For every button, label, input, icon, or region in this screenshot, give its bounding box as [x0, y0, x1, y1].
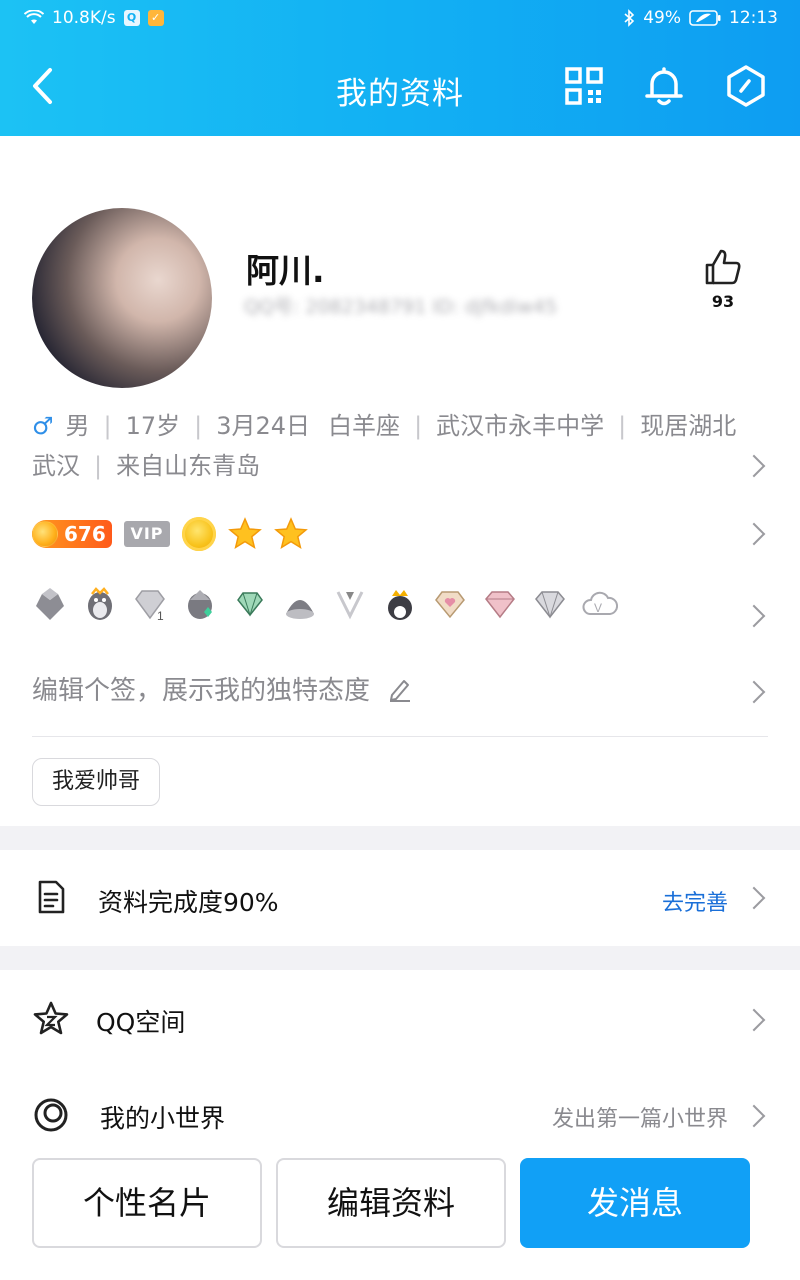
- send-message-button[interactable]: 发消息: [520, 1158, 750, 1248]
- completion-chevron-icon: [748, 886, 762, 910]
- battery-icon: [689, 10, 721, 26]
- basic-info[interactable]: ♂ 男 | 17岁 | 3月24日 白羊座 | 武汉市永丰中学 | 现居湖北 武汉 | 来自山东青岛: [32, 406, 752, 486]
- clock: 12:13: [729, 8, 778, 28]
- thumbs-up-icon: [705, 249, 741, 285]
- sun-icon: [182, 517, 216, 551]
- like-button[interactable]: 93: [700, 248, 746, 311]
- bluetooth-icon: [624, 9, 635, 27]
- profile-card-button[interactable]: 个性名片: [32, 1158, 262, 1248]
- penguin-crown-icon: [36, 588, 64, 620]
- privileges-chevron-icon: [748, 604, 762, 628]
- qzone-row[interactable]: QQ空间: [0, 970, 800, 1066]
- suit-icon: [336, 591, 364, 620]
- small-world-meta: 发出第一篇小世界: [551, 1107, 728, 1132]
- signature-placeholder: 编辑个签，展示我的独特态度: [32, 676, 371, 706]
- star-icon: [274, 517, 308, 549]
- qzone-label: QQ空间: [96, 1008, 186, 1037]
- battery-percent: 49%: [643, 8, 681, 28]
- qr-code-icon[interactable]: [562, 64, 606, 108]
- zodiac: 白羊座: [328, 412, 401, 440]
- top-bar: 10.8K/s Q ✓ 49% 12:13 我的资料: [0, 0, 800, 136]
- birthday: 3月24日: [216, 412, 311, 440]
- penguin-king-icon: [388, 590, 412, 620]
- small-world-icon: [34, 1098, 68, 1132]
- green-diamond-icon: [237, 592, 263, 617]
- svg-text:V: V: [594, 601, 602, 615]
- section-gap: [0, 946, 800, 970]
- male-icon: ♂: [32, 412, 54, 440]
- level-chevron-icon: [748, 522, 762, 546]
- avatar[interactable]: [32, 208, 212, 388]
- complete-profile-link[interactable]: 去完善: [662, 885, 728, 917]
- diamond-icon: 1: [135, 590, 165, 622]
- profile-card: 阿川. QQ号: 2082348791 ID: djfkdiw45 93 ♂ 男 |…: [0, 136, 800, 826]
- network-speed: 10.8K/s: [52, 8, 116, 28]
- interest-tag[interactable]: 我爱帅哥: [32, 758, 160, 806]
- small-world-label: 我的小世界: [100, 1104, 226, 1133]
- svg-text:1: 1: [157, 609, 164, 622]
- qq-number: QQ号: 2082348791 ID: djfkdiw45: [244, 296, 558, 318]
- bottom-action-bar: 个性名片 编辑资料 发消息: [0, 1140, 800, 1280]
- status-bar: 10.8K/s Q ✓ 49% 12:13: [0, 0, 800, 38]
- pencil-icon: [390, 679, 411, 702]
- score-badge: 676: [32, 520, 112, 548]
- residence-city: 武汉: [32, 452, 80, 480]
- score-value: 676: [64, 522, 106, 546]
- level-badges[interactable]: 676 VIP: [32, 514, 308, 554]
- privilege-icons[interactable]: 1 V: [32, 586, 618, 622]
- residence: 现居湖北: [640, 412, 737, 440]
- section-gap: [0, 826, 800, 850]
- like-count: 93: [711, 292, 735, 311]
- coin-icon: [32, 521, 58, 547]
- edit-signature[interactable]: 编辑个签，展示我的独特态度: [32, 670, 414, 707]
- small-world-chevron-icon: [748, 1104, 762, 1128]
- penguin-cap-icon: [286, 600, 314, 619]
- signature-chevron-icon: [748, 680, 762, 704]
- search-app-icon: Q: [123, 10, 140, 26]
- completion-label: 资料完成度90%: [98, 888, 279, 917]
- qzone-star-icon: [33, 1001, 69, 1035]
- school: 武汉市永丰中学: [436, 412, 605, 440]
- document-icon: [38, 880, 65, 914]
- star-icon: [228, 517, 262, 549]
- small-world-row[interactable]: 我的小世界 发出第一篇小世界: [0, 1066, 800, 1140]
- hometown: 来自山东青岛: [116, 452, 261, 480]
- silver-diamond-icon: [535, 591, 565, 619]
- heart-diamond-icon: [435, 591, 465, 619]
- divider: [32, 736, 768, 737]
- cloud-vip-icon: V: [582, 591, 618, 615]
- info-chevron-icon: [748, 454, 762, 478]
- app-notify-icon: ✓: [147, 10, 164, 26]
- edit-profile-button[interactable]: 编辑资料: [276, 1158, 506, 1248]
- profile-name: 阿川.: [246, 251, 325, 290]
- profile-completion-row[interactable]: 资料完成度90% 去完善: [0, 850, 800, 946]
- gender: 男: [65, 412, 90, 440]
- bell-icon[interactable]: [642, 64, 686, 108]
- settings-hexagon-icon[interactable]: [724, 64, 768, 108]
- age: 17岁: [125, 412, 181, 440]
- penguin-icon: [88, 587, 112, 620]
- pink-diamond-icon: [485, 591, 515, 619]
- qzone-chevron-icon: [748, 1008, 762, 1032]
- penguin-diamond-icon: [188, 590, 212, 619]
- vip-badge: VIP: [124, 521, 170, 547]
- wifi-icon: [24, 10, 44, 24]
